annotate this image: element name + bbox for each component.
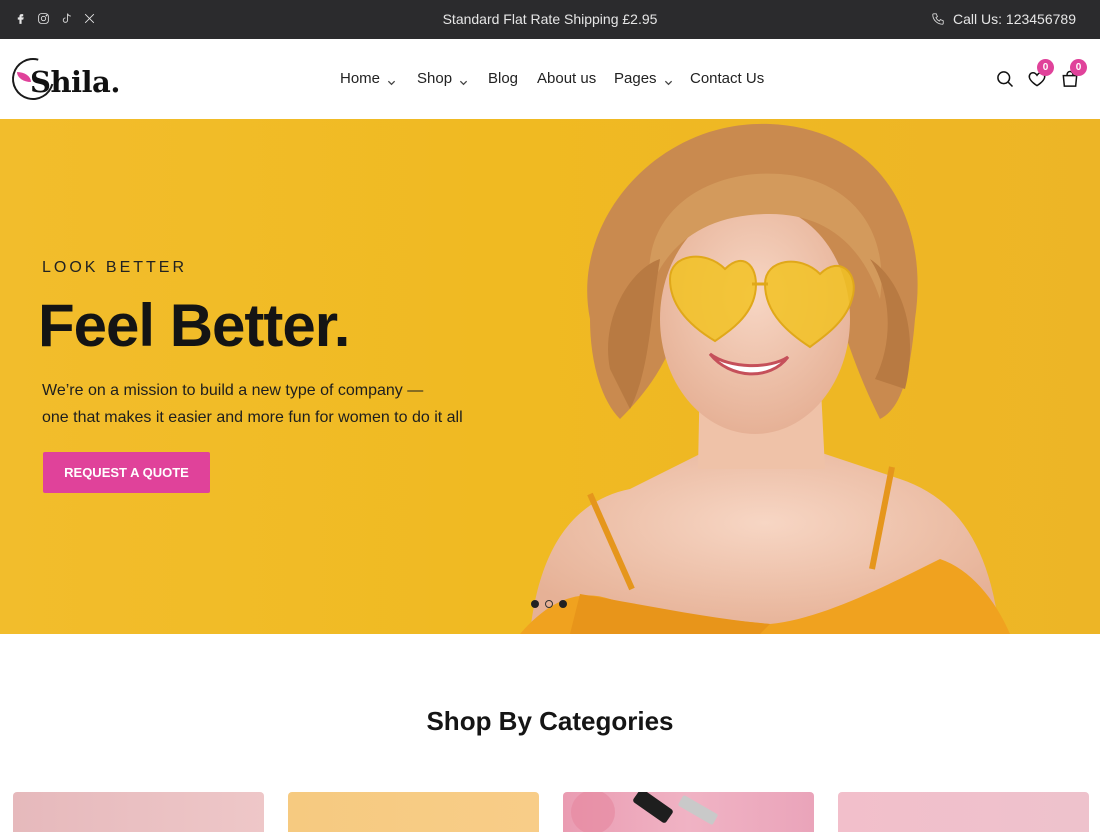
cart-button[interactable]: 0 [1060,59,1087,89]
nav-item-shop[interactable]: Shop [417,70,488,87]
hero-kicker: LOOK BETTER [42,259,188,276]
site-header: Shila. Home Shop Blog About us Pages Con… [0,39,1100,119]
cart-count-badge: 0 [1070,59,1087,76]
logo[interactable]: Shila. [4,50,120,108]
categories-heading: Shop By Categories [426,706,674,736]
chevron-down-icon [459,74,468,86]
nav-item-about[interactable]: About us [537,70,614,87]
main-nav: Home Shop Blog About us Pages Contact Us [340,70,764,87]
logo-text: Shila. [30,65,120,99]
hero-description-line: We’re on a mission to build a new type o… [42,382,424,399]
category-card[interactable] [288,792,539,832]
call-us-text: Call Us: 123456789 [953,11,1076,27]
slide-dot-1[interactable] [531,600,539,608]
announcement-bar: Standard Flat Rate Shipping £2.95 Call U… [0,0,1100,39]
phone-icon [932,13,944,25]
search-icon [997,71,1014,88]
slide-dot-3[interactable] [559,600,567,608]
nav-label: Contact Us [690,70,765,87]
category-cards [13,792,1089,832]
hero-headline: Feel Better. [38,292,350,359]
wishlist-count-badge: 0 [1037,59,1054,76]
slide-dot-2[interactable] [545,600,553,608]
wishlist-button[interactable]: 0 [1027,59,1054,89]
call-us[interactable]: Call Us: 123456789 [931,11,1076,27]
nav-label: Pages [614,70,657,87]
nav-label: Blog [488,70,519,87]
nav-item-blog[interactable]: Blog [488,70,537,87]
hero-description: We’re on a mission to build a new type o… [42,377,502,431]
hero-description-line: one that makes it easier and more fun fo… [42,409,463,426]
category-card[interactable] [838,792,1089,832]
slider-pagination [531,600,567,608]
request-quote-button[interactable]: REQUEST A QUOTE [43,452,210,493]
search-button[interactable] [995,69,1015,89]
nav-item-home[interactable]: Home [340,70,417,87]
nav-label: Home [340,70,381,87]
category-card[interactable] [13,792,264,832]
hero-model-image [520,123,1010,634]
chevron-down-icon [664,74,673,86]
nav-label: Shop [417,70,453,87]
category-card[interactable] [563,792,814,832]
nav-item-contact[interactable]: Contact Us [690,70,764,87]
nav-label: About us [537,70,597,87]
hero-banner: LOOK BETTER Feel Better. We’re on a miss… [0,119,1100,634]
chevron-down-icon [387,74,396,86]
nav-item-pages[interactable]: Pages [614,70,690,87]
lipstick-image [571,792,718,832]
